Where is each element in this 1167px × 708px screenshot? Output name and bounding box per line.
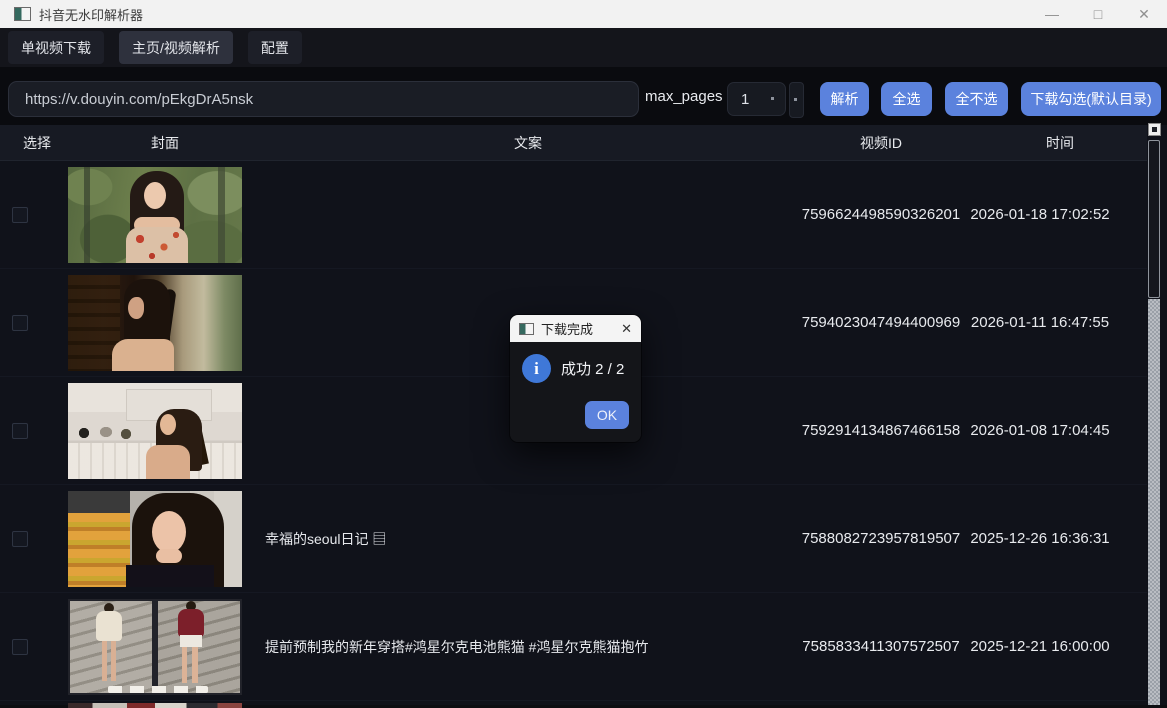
dialog-body: i 成功 2 / 2 OK — [510, 342, 641, 442]
scrollbar-up-icon — [1152, 127, 1157, 132]
toolbar: https://v.douyin.com/pEkgDrA5nsk max_pag… — [0, 67, 1167, 125]
video-thumbnail — [68, 383, 242, 479]
time-cell: 2025-12-26 16:36:31 — [962, 530, 1147, 547]
header-select: 选择 — [0, 133, 56, 153]
video-thumbnail — [68, 599, 242, 695]
dialog-app-icon — [519, 323, 534, 335]
header-caption: 文案 — [252, 133, 767, 153]
row-checkbox[interactable] — [12, 207, 28, 223]
row-checkbox[interactable] — [12, 639, 28, 655]
video-id-cell: 7585833411307572507 — [767, 638, 962, 655]
table-row: 7596624498590326201 2026-01-18 17:02:52 — [0, 161, 1147, 269]
dialog-title: 下载完成 — [541, 319, 593, 338]
spin-down-icon[interactable] — [771, 97, 774, 100]
tab-homepage-video-parse[interactable]: 主页/视频解析 — [119, 31, 233, 64]
tab-config[interactable]: 配置 — [248, 31, 302, 64]
partial-next-row-thumbnail — [68, 703, 242, 708]
time-cell: 2026-01-18 17:02:52 — [962, 206, 1147, 223]
maximize-button[interactable]: □ — [1075, 0, 1121, 28]
window-controls: — □ ✕ — [1029, 0, 1167, 28]
select-all-button[interactable]: 全选 — [881, 82, 932, 116]
row-checkbox[interactable] — [12, 531, 28, 547]
download-complete-dialog: 下载完成 ✕ i 成功 2 / 2 OK — [510, 315, 641, 442]
video-id-cell: 7592914134867466158 — [767, 422, 962, 439]
time-cell: 2026-01-11 16:47:55 — [962, 314, 1147, 331]
dialog-ok-button[interactable]: OK — [585, 401, 629, 429]
table-row: 提前预制我的新年穿搭#鸿星尔克电池熊猫 #鸿星尔克熊猫抱竹 7585833411… — [0, 593, 1147, 701]
tab-single-video-download[interactable]: 单视频下载 — [8, 31, 104, 64]
table-header: 选择 封面 文案 视频ID 时间 — [0, 125, 1147, 161]
app-icon — [14, 7, 31, 21]
max-pages-value: 1 — [728, 91, 749, 108]
row-checkbox[interactable] — [12, 423, 28, 439]
time-cell: 2025-12-21 16:00:00 — [962, 638, 1147, 655]
window-title: 抖音无水印解析器 — [39, 5, 143, 24]
scrollbar-up-button[interactable] — [1148, 123, 1161, 136]
url-input[interactable]: https://v.douyin.com/pEkgDrA5nsk — [8, 81, 639, 117]
header-video-id: 视频ID — [767, 133, 962, 153]
scrollbar-thumb[interactable] — [1148, 140, 1160, 298]
tab-bar: 单视频下载 主页/视频解析 配置 — [0, 28, 1167, 67]
close-button[interactable]: ✕ — [1121, 0, 1167, 28]
vertical-scrollbar — [1148, 123, 1162, 705]
row-checkbox[interactable] — [12, 315, 28, 331]
select-none-button[interactable]: 全不选 — [945, 82, 1008, 116]
parse-button[interactable]: 解析 — [820, 82, 869, 116]
info-icon: i — [522, 354, 551, 383]
dialog-message: 成功 2 / 2 — [561, 354, 624, 383]
caption-cell: 幸福的seoul日记 ▤ — [252, 529, 767, 549]
header-time: 时间 — [962, 133, 1147, 153]
window-titlebar[interactable]: 抖音无水印解析器 — □ ✕ — [0, 0, 1167, 29]
scrollbar-track[interactable] — [1148, 299, 1160, 705]
video-id-cell: 7596624498590326201 — [767, 206, 962, 223]
video-id-cell: 7594023047494400969 — [767, 314, 962, 331]
max-pages-spinner[interactable]: 1 — [727, 82, 786, 116]
video-thumbnail — [68, 275, 242, 371]
video-thumbnail — [68, 491, 242, 587]
spin-up-button[interactable] — [789, 82, 804, 118]
dialog-titlebar[interactable]: 下载完成 ✕ — [510, 315, 641, 342]
spin-up-icon — [794, 98, 797, 101]
time-cell: 2026-01-08 17:04:45 — [962, 422, 1147, 439]
table-row: 幸福的seoul日记 ▤ 7588082723957819507 2025-12… — [0, 485, 1147, 593]
caption-cell: 提前预制我的新年穿搭#鸿星尔克电池熊猫 #鸿星尔克熊猫抱竹 — [252, 637, 767, 657]
download-checked-button[interactable]: 下载勾选(默认目录) — [1021, 82, 1161, 116]
header-cover: 封面 — [56, 133, 252, 153]
minimize-button[interactable]: — — [1029, 0, 1075, 28]
max-pages-label: max_pages — [645, 67, 723, 125]
video-id-cell: 7588082723957819507 — [767, 530, 962, 547]
video-thumbnail — [68, 167, 242, 263]
dialog-close-icon[interactable]: ✕ — [621, 321, 632, 337]
